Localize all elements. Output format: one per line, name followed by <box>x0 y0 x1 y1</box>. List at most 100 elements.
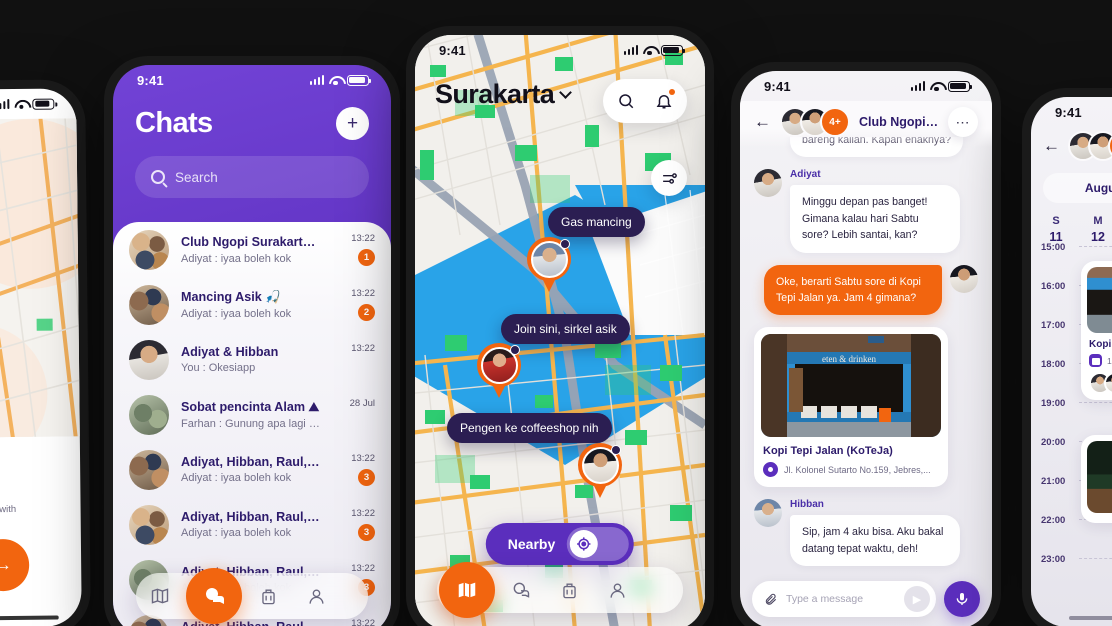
notifications-button[interactable] <box>647 84 681 118</box>
place-address-row: Jl. Kolonel Sutarto No.159, Jebres,... <box>763 462 939 478</box>
battery-icon <box>32 98 55 110</box>
battery-icon <box>661 44 686 56</box>
hour-label: 21:00 <box>1041 476 1066 487</box>
member-avatars[interactable]: 4+ <box>780 107 850 137</box>
new-chat-button[interactable]: + <box>336 107 369 140</box>
member-avatars[interactable]: 4 <box>1068 131 1112 161</box>
city-selector[interactable]: Surakarta <box>435 79 573 110</box>
chat-name: Sobat pencinta Alam ⛰ <box>181 399 320 414</box>
chat-list-item[interactable]: Mancing Asik 🎣 Adiyat : iyaa boleh kok 13:… <box>113 277 391 332</box>
onboarding-map-illustration: p nih irkel asik <box>0 118 80 438</box>
message-list[interactable]: bareng kalian. Kapan enaknya? Adiyat Min… <box>740 137 992 577</box>
day-letter: S <box>1052 215 1060 227</box>
chat-list-item[interactable]: Sobat pencinta Alam ⛰ Farhan : Gunung apa… <box>113 387 391 442</box>
month-selector[interactable]: August <box>1043 173 1112 203</box>
location-pin-icon <box>763 462 778 478</box>
send-icon[interactable]: ▶ <box>904 586 930 612</box>
phone-map: 9:41 Surakarta Gas mancing Join sini, si… <box>406 26 714 626</box>
back-arrow-icon[interactable]: ← <box>1043 136 1060 156</box>
event-title: Kopi Te <box>1089 339 1112 350</box>
message-input[interactable]: Type a message ▶ <box>752 581 936 617</box>
back-arrow-icon[interactable]: ← <box>754 112 771 132</box>
place-address: Jl. Kolonel Sutarto No.159, Jebres,... <box>784 464 931 475</box>
more-horizontal-icon[interactable]: ⋯ <box>948 107 978 137</box>
status-time: 9:41 <box>764 78 791 94</box>
chat-time: 13:22 <box>351 618 375 626</box>
nav-chat[interactable] <box>186 568 242 624</box>
chat-list-item[interactable]: Adiyat, Hibban, Raul, Faza, Muni Adiyat :… <box>113 442 391 497</box>
chat-list-item[interactable]: Club Ngopi Surakarta ☕ Adiyat : iyaa bole… <box>113 222 391 277</box>
nav-trips[interactable] <box>244 573 292 619</box>
status-bar: 9:41 <box>415 35 705 65</box>
chat-name: Mancing Asik 🎣 <box>181 289 281 304</box>
chat-preview: Adiyat : iyaa boleh kok <box>181 252 292 265</box>
avatar <box>129 339 169 380</box>
avatar <box>129 394 169 435</box>
map-tooltip-1[interactable]: Gas mancing <box>548 207 645 237</box>
chat-name: Adiyat, Hibban, Raul, Faza, Muni <box>181 510 321 524</box>
wifi-icon <box>15 99 28 109</box>
nav-profile[interactable] <box>593 567 641 613</box>
chatroom-header: ← 4+ Club Ngopi Surakar... ⋯ <box>740 101 992 147</box>
chat-list-item[interactable]: Adiyat & Hibban You : Okesiapp 13:22 <box>113 332 391 387</box>
status-icons <box>0 98 55 110</box>
day-cell[interactable]: M 12 <box>1085 215 1111 244</box>
map-pin-2[interactable] <box>477 343 521 399</box>
schedule-event-2[interactable] <box>1081 435 1112 523</box>
onboarding-screen: 9:41 <box>0 88 82 626</box>
event-attendees <box>1087 372 1112 394</box>
event-photo <box>1087 441 1112 513</box>
hour-label: 16:00 <box>1041 281 1066 292</box>
message-incoming: Hibban Sip, jam 4 aku bisa. Aku bakal da… <box>754 499 978 567</box>
bottom-nav[interactable] <box>136 568 368 624</box>
nav-chat[interactable] <box>497 567 545 613</box>
avatar <box>129 449 169 490</box>
chat-preview: Adiyat : iyaa boleh kok <box>181 307 292 320</box>
map-screen: 9:41 Surakarta Gas mancing Join sini, si… <box>415 35 705 626</box>
status-bar: 9:41 <box>0 88 76 119</box>
place-card[interactable]: eten & drinken Kopi Tepi Jalan (KoTeJa) … <box>754 327 948 488</box>
search-input[interactable]: Search <box>135 156 369 198</box>
map-pin-1[interactable] <box>527 237 571 293</box>
timeline-row: 23:00 <box>1041 554 1112 598</box>
chat-name: Adiyat, Hibban, Raul, Faza, Muni <box>181 455 321 469</box>
phone-schedule: 9:41 ← 4 August <box>1022 88 1112 626</box>
toggle-track[interactable] <box>567 527 630 561</box>
bottom-nav[interactable] <box>437 562 683 618</box>
battery-icon <box>948 80 973 92</box>
nav-profile[interactable] <box>292 573 340 619</box>
status-icons <box>309 74 372 86</box>
hour-label: 17:00 <box>1041 320 1066 331</box>
home-indicator <box>0 615 59 621</box>
event-meta-text: 17 A <box>1107 355 1112 366</box>
microphone-icon[interactable] <box>944 581 980 617</box>
chat-name: Club Ngopi Surakarta ☕ <box>181 234 321 249</box>
schedule-event-1[interactable]: Kopi Te 17 A <box>1081 261 1112 400</box>
message-incoming: Adiyat Minggu depan pas banget! Gimana k… <box>754 169 978 253</box>
hour-label: 22:00 <box>1041 515 1066 526</box>
chat-list-item[interactable]: Adiyat, Hibban, Raul, Faza, Muni Adiyat :… <box>113 497 391 552</box>
chat-time: 28 Jul <box>349 398 375 409</box>
chats-screen: 9:41 Chats + Search Club Ngopi Surakarta… <box>113 65 391 626</box>
onboarding-next-button[interactable]: → <box>0 538 30 592</box>
map-pin-3[interactable] <box>578 443 622 499</box>
nav-trips[interactable] <box>545 567 593 613</box>
timeline[interactable]: 15:00 16:00 17:00 18:00 19:00 20:00 21:00 22:00… <box>1031 242 1112 626</box>
map-filter-button[interactable] <box>651 160 687 196</box>
chat-name: Adiyat & Hibban <box>181 345 279 359</box>
map-tooltip-3[interactable]: Pengen ke coffeeshop nih <box>447 413 612 443</box>
nav-map[interactable] <box>136 573 184 619</box>
avatar <box>950 264 978 293</box>
chat-preview: You : Okesiapp <box>181 362 256 374</box>
chat-list[interactable]: Club Ngopi Surakarta ☕ Adiyat : iyaa bole… <box>113 222 391 626</box>
paperclip-icon[interactable] <box>764 592 778 606</box>
map-search-button[interactable] <box>609 84 643 118</box>
place-name: Kopi Tepi Jalan (KoTeJa) <box>763 445 893 458</box>
unread-badge: 1 <box>358 249 375 266</box>
map-tooltip-2[interactable]: Join sini, sirkel asik <box>501 314 630 344</box>
nav-map[interactable] <box>439 562 495 618</box>
nearby-toggle[interactable]: Nearby <box>485 523 635 565</box>
unread-badge: 3 <box>358 469 375 486</box>
day-cell[interactable]: S 11 <box>1043 215 1069 244</box>
avatar <box>129 229 169 270</box>
